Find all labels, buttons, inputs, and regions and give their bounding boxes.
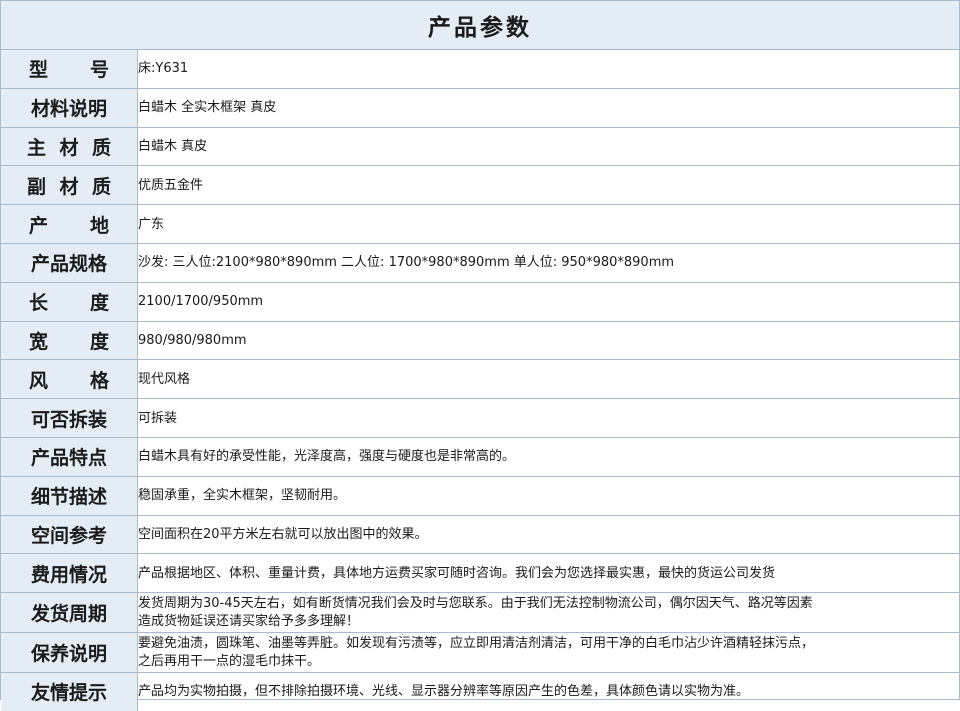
- param-row: 细节描述 稳固承重，全实木框架，坚韧耐用。: [1, 476, 959, 516]
- param-row: 产品特点 白蜡木具有好的承受性能，光泽度高，强度与硬度也是非常高的。: [1, 437, 959, 477]
- param-value: 980/980/980mm: [138, 332, 247, 348]
- param-row: 主材质 白蜡木 真皮: [1, 127, 959, 167]
- param-label-cell: 材料说明: [1, 88, 138, 128]
- param-row: 风格 现代风格: [1, 359, 959, 400]
- param-row: 产地 广东: [1, 204, 959, 244]
- param-value-cell: 白蜡木具有好的承受性能，光泽度高，强度与硬度也是非常高的。: [137, 437, 959, 477]
- param-label-cell: 可否拆装: [1, 398, 138, 438]
- param-row: 长度 2100/1700/950mm: [1, 282, 959, 322]
- param-value-cell: 白蜡木 全实木框架 真皮: [137, 88, 959, 128]
- param-row: 产品规格 沙发: 三人位:2100*980*890mm 二人位: 1700*980…: [1, 243, 959, 283]
- param-label-cell: 长度: [1, 282, 138, 322]
- param-value: 床:Y631: [138, 61, 189, 77]
- param-label: 保养说明: [30, 642, 107, 665]
- param-value-cell: 床:Y631: [137, 50, 959, 89]
- param-label-cell: 型号: [1, 50, 138, 89]
- param-label-cell: 主材质: [1, 127, 138, 167]
- param-value-cell: 白蜡木 真皮: [137, 127, 959, 167]
- param-label-cell: 友情提示: [1, 672, 138, 711]
- param-value: 沙发: 三人位:2100*980*890mm 二人位: 1700*980*890…: [138, 255, 675, 271]
- param-value: 空间面积在20平方米左右就可以放出图中的效果。: [138, 526, 428, 542]
- param-label: 细节描述: [30, 486, 107, 509]
- param-row: 宽度 980/980/980mm: [1, 321, 959, 361]
- param-value: 稳固承重，全实木框架，坚韧耐用。: [138, 488, 347, 504]
- param-label-cell: 副材质: [1, 165, 138, 206]
- param-value-cell: 广东: [137, 204, 959, 244]
- param-value: 广东: [138, 216, 165, 232]
- param-value: 产品根据地区、体积、重量计费，具体地方运费买家可随时咨询。我们会为您选择最实惠，…: [138, 565, 776, 581]
- param-value-cell: 优质五金件: [137, 165, 959, 206]
- param-row: 副材质 优质五金件: [1, 165, 959, 206]
- param-row: 发货周期 发货周期为30-45天左右，如有断货情况我们会及时与您联系。由于我们无法…: [1, 592, 959, 633]
- param-label: 材料说明: [30, 98, 107, 121]
- param-label-cell: 发货周期: [1, 592, 138, 633]
- param-label-cell: 产品特点: [1, 437, 138, 477]
- param-value: 现代风格: [138, 371, 191, 387]
- param-label: 友情提示: [30, 682, 107, 705]
- param-value-cell: 可拆装: [137, 398, 959, 438]
- param-label: 风格: [29, 369, 109, 392]
- param-label-cell: 产地: [1, 204, 138, 244]
- param-label: 可否拆装: [30, 408, 107, 431]
- param-label: 主材质: [27, 136, 111, 159]
- param-value: 白蜡木 全实木框架 真皮: [138, 100, 277, 116]
- param-value-cell: 要避免油渍，圆珠笔、油墨等弄脏。如发现有污渍等，应立即用清洁剂清洁，可用干净的白…: [137, 632, 959, 673]
- param-value-cell: 发货周期为30-45天左右，如有断货情况我们会及时与您联系。由于我们无法控制物流…: [137, 592, 959, 633]
- param-value: 可拆装: [138, 410, 178, 426]
- param-value-cell: 现代风格: [137, 359, 959, 400]
- param-row: 型号 床:Y631: [1, 50, 959, 89]
- param-value: 白蜡木具有好的承受性能，光泽度高，强度与硬度也是非常高的。: [138, 449, 516, 465]
- param-value-cell: 稳固承重，全实木框架，坚韧耐用。: [137, 476, 959, 516]
- param-row: 材料说明 白蜡木 全实木框架 真皮: [1, 88, 959, 128]
- param-label: 产品特点: [30, 447, 107, 470]
- param-value: 产品均为实物拍摄，但不排除拍摄环境、光线、显示器分辨率等原因产生的色差，具体颜色…: [138, 684, 750, 700]
- product-params-sheet: 产品参数 型号 床:Y631 材料说明 白蜡木 全实木框架 真皮主材质 白蜡木 真皮副材…: [0, 0, 960, 711]
- param-row: 友情提示 产品均为实物拍摄，但不排除拍摄环境、光线、显示器分辨率等原因产生的色差，…: [1, 672, 960, 711]
- param-label: 长度: [29, 292, 109, 315]
- param-value: 2100/1700/950mm: [138, 294, 264, 310]
- param-value-cell: 产品均为实物拍摄，但不排除拍摄环境、光线、显示器分辨率等原因产生的色差，具体颜色…: [138, 672, 960, 710]
- param-value-cell: 产品根据地区、体积、重量计费，具体地方运费买家可随时咨询。我们会为您选择最实惠，…: [137, 553, 959, 594]
- param-value: 发货周期为30-45天左右，如有断货情况我们会及时与您联系。由于我们无法控制物流…: [138, 596, 813, 612]
- param-label: 产地: [29, 214, 109, 237]
- page-title: 产品参数: [1, 1, 959, 50]
- param-value: 白蜡木 真皮: [138, 138, 208, 154]
- params-table: 型号 床:Y631 材料说明 白蜡木 全实木框架 真皮主材质 白蜡木 真皮副材质 优质五金…: [1, 50, 959, 711]
- param-value-cell: 空间面积在20平方米左右就可以放出图中的效果。: [137, 515, 959, 555]
- param-label-cell: 费用情况: [1, 553, 138, 594]
- param-value-cell: 沙发: 三人位:2100*980*890mm 二人位: 1700*980*890…: [137, 243, 959, 283]
- param-label: 空间参考: [30, 524, 107, 547]
- param-label-cell: 细节描述: [1, 476, 138, 516]
- param-label-cell: 保养说明: [1, 632, 138, 673]
- param-label-cell: 风格: [1, 359, 138, 400]
- param-value-line2: 造成货物延误还请买家给予多多理解！: [138, 614, 360, 630]
- param-value-cell: 2100/1700/950mm: [137, 282, 959, 322]
- param-label-cell: 宽度: [1, 321, 138, 361]
- param-value: 优质五金件: [138, 177, 204, 193]
- param-value-cell: 980/980/980mm: [137, 321, 959, 361]
- param-value-line2: 之后再用干一点的湿毛巾抹干。: [138, 653, 321, 669]
- param-label: 发货周期: [30, 603, 107, 626]
- param-label: 费用情况: [30, 563, 107, 586]
- param-row: 保养说明 要避免油渍，圆珠笔、油墨等弄脏。如发现有污渍等，应立即用清洁剂清洁，可用…: [1, 632, 959, 673]
- param-label: 型号: [29, 59, 109, 82]
- param-row: 空间参考 空间面积在20平方米左右就可以放出图中的效果。: [1, 515, 959, 555]
- param-label-cell: 空间参考: [1, 515, 138, 555]
- param-label: 宽度: [29, 330, 109, 353]
- param-label-cell: 产品规格: [1, 243, 138, 283]
- param-label: 产品规格: [30, 253, 107, 276]
- param-value: 要避免油渍，圆珠笔、油墨等弄脏。如发现有污渍等，应立即用清洁剂清洁，可用干净的白…: [138, 635, 815, 651]
- param-label: 副材质: [27, 175, 111, 198]
- param-row: 可否拆装 可拆装: [1, 398, 959, 438]
- param-row: 费用情况 产品根据地区、体积、重量计费，具体地方运费买家可随时咨询。我们会为您选择…: [1, 553, 959, 594]
